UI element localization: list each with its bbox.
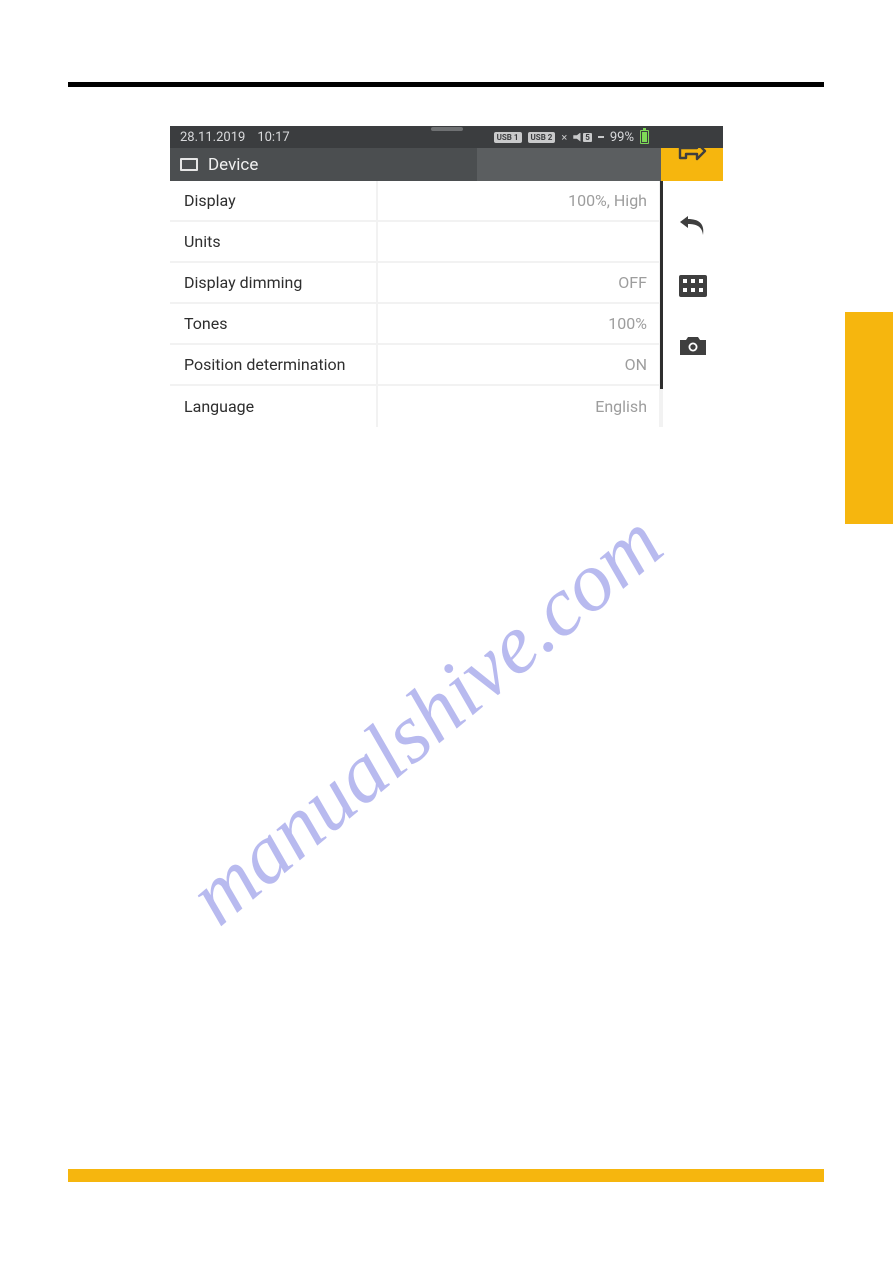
- row-position-determination[interactable]: Position determination ON: [170, 345, 659, 386]
- battery-percent: 99%: [610, 130, 634, 145]
- row-label: Tones: [170, 304, 378, 343]
- status-right: USB 1 USB 2 × 5 99%: [494, 130, 717, 145]
- back-button[interactable]: [678, 211, 708, 241]
- row-value: OFF: [378, 263, 659, 302]
- camera-icon: [678, 335, 708, 357]
- row-value: 100%: [378, 304, 659, 343]
- row-value: English: [378, 386, 659, 427]
- watermark-text: manualshive.com: [171, 495, 679, 943]
- close-x-icon: ×: [561, 131, 567, 144]
- title-label: Device: [208, 155, 258, 175]
- row-label: Display: [170, 181, 378, 220]
- volume-indicator: 5: [573, 133, 592, 142]
- grid-icon: [679, 275, 707, 297]
- row-value: ON: [378, 345, 659, 384]
- title-tab[interactable]: Device: [170, 148, 477, 181]
- row-display-dimming[interactable]: Display dimming OFF: [170, 263, 659, 304]
- row-label: Language: [170, 386, 378, 427]
- usb1-icon: USB 1: [494, 132, 522, 143]
- screen-body: Display 100%, High Units Display dimming…: [170, 181, 723, 427]
- keypad-button[interactable]: [679, 275, 707, 301]
- page-footer-rule: [68, 1169, 824, 1182]
- battery-icon: [640, 130, 649, 144]
- screenshot-button[interactable]: [678, 335, 708, 361]
- row-value: [378, 222, 659, 261]
- usb2-icon: USB 2: [528, 132, 556, 143]
- side-toolbar: [663, 181, 723, 427]
- device-screenshot: 28.11.2019 10:17 USB 1 USB 2 × 5 99% Dev…: [170, 126, 723, 427]
- dash-icon: [598, 136, 604, 138]
- settings-list: Display 100%, High Units Display dimming…: [170, 181, 659, 427]
- title-bar: Device: [170, 148, 723, 181]
- row-units[interactable]: Units: [170, 222, 659, 263]
- row-label: Position determination: [170, 345, 378, 384]
- drag-handle-icon: [431, 127, 463, 131]
- page-side-tab: [845, 312, 893, 524]
- row-label: Display dimming: [170, 263, 378, 302]
- status-date: 28.11.2019: [180, 130, 245, 145]
- status-bar: 28.11.2019 10:17 USB 1 USB 2 × 5 99%: [170, 126, 723, 148]
- row-display[interactable]: Display 100%, High: [170, 181, 659, 222]
- page-top-rule: [68, 82, 824, 87]
- row-language[interactable]: Language English: [170, 386, 659, 427]
- status-time: 10:17: [257, 130, 289, 145]
- speaker-icon: [573, 133, 582, 142]
- undo-arrow-icon: [678, 211, 708, 237]
- watermark: manualshive.com: [170, 494, 681, 945]
- volume-level: 5: [583, 133, 592, 142]
- row-tones[interactable]: Tones 100%: [170, 304, 659, 345]
- row-label: Units: [170, 222, 378, 261]
- row-value: 100%, High: [378, 181, 659, 220]
- status-left: 28.11.2019 10:17: [176, 130, 290, 145]
- device-icon: [180, 158, 198, 171]
- scrollbar[interactable]: [659, 181, 663, 427]
